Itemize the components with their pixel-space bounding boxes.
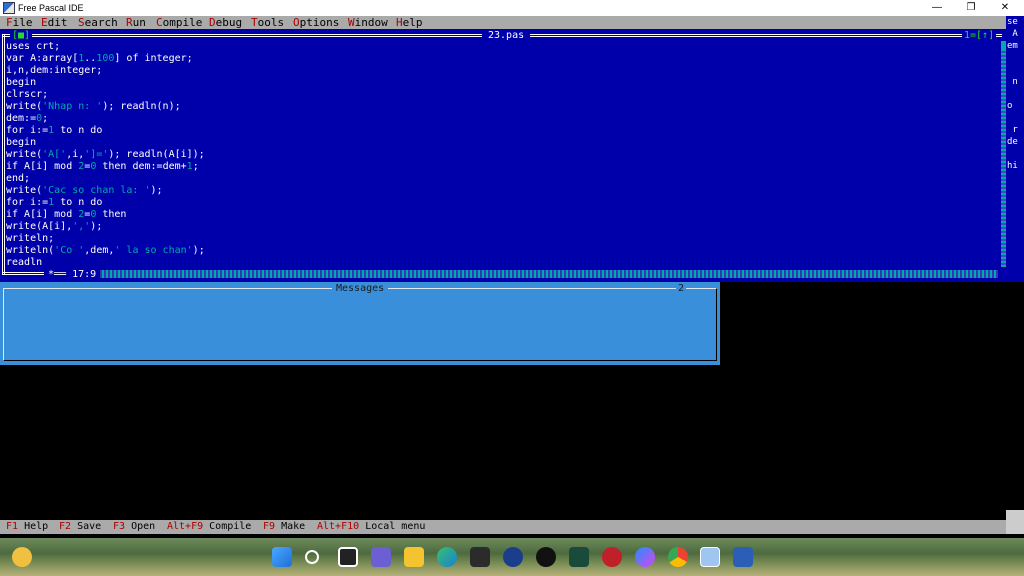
code-line[interactable]: writeln; (6, 233, 1000, 245)
status-compile[interactable]: Alt+F9 Compile (167, 520, 251, 534)
code-line[interactable]: var A:array[1..100] of integer; (6, 53, 1000, 65)
editor-window-number[interactable]: 1=[↑] (962, 30, 997, 41)
side-window-text: se A em n o r de hi (1007, 17, 1018, 171)
app-red-icon[interactable] (602, 547, 622, 567)
code-area[interactable]: uses crt; var A:array[1..100] of integer;… (6, 41, 1000, 269)
code-line[interactable]: write('Cac so chan la: '); (6, 185, 1000, 197)
status-save[interactable]: F2 Save (59, 520, 101, 534)
word-icon[interactable] (733, 547, 753, 567)
menu-options[interactable]: Options (293, 16, 339, 29)
window-title: Free Pascal IDE (18, 3, 84, 13)
file-explorer-icon[interactable] (404, 547, 424, 567)
status-bar: F1 Help F2 Save F3 Open Alt+F9 Compile F… (0, 520, 1006, 534)
editor-window[interactable]: [■] 23.pas 1=[↑] uses crt; var A:array[1.… (0, 29, 1007, 282)
code-line[interactable]: write('A[',i,']='); readln(A[i]); (6, 149, 1000, 161)
editor-frame-left (2, 34, 5, 274)
menu-search[interactable]: Search (78, 16, 118, 29)
status-open[interactable]: F3 Open (113, 520, 155, 534)
code-line[interactable]: uses crt; (6, 41, 1000, 53)
code-line[interactable]: write(A[i],','); (6, 221, 1000, 233)
code-line[interactable]: readln (6, 257, 1000, 269)
messenger-icon[interactable] (635, 547, 655, 567)
code-line[interactable]: i,n,dem:integer; (6, 65, 1000, 77)
free-pascal-icon[interactable] (700, 547, 720, 567)
editor-close-box[interactable]: [■] (10, 30, 33, 41)
code-line[interactable]: write('Nhap n: '); readln(n); (6, 101, 1000, 113)
code-line[interactable]: if A[i] mod 2=0 then dem:=dem+1; (6, 161, 1000, 173)
messages-content[interactable] (4, 294, 716, 360)
status-help[interactable]: F1 Help (6, 520, 48, 534)
windows-taskbar (0, 538, 1024, 576)
code-line[interactable]: clrscr; (6, 89, 1000, 101)
weather-icon[interactable] (12, 547, 32, 567)
menu-bar: File Edit Search Run Compile Debug Tools… (0, 16, 1024, 29)
code-line[interactable]: for i:=1 to n do (6, 125, 1000, 137)
cursor-position: *══ 17:9 (44, 269, 101, 280)
free-pascal-app-icon (3, 2, 15, 14)
messages-window-number: 2 (676, 283, 687, 294)
messages-window[interactable]: Messages 2 (0, 282, 720, 365)
code-line[interactable]: if A[i] mod 2=0 then (6, 209, 1000, 221)
maximize-button[interactable]: ❐ (954, 0, 988, 16)
status-bar-right-edge (1006, 510, 1024, 534)
menu-edit[interactable]: Edit (41, 16, 68, 29)
messages-title: Messages (332, 283, 389, 294)
chrome-icon[interactable] (668, 547, 688, 567)
window-title-bar: Free Pascal IDE — ❐ ✕ (0, 0, 1024, 16)
system-tray[interactable] (900, 546, 1020, 568)
search-icon[interactable] (305, 550, 319, 564)
editor-horizontal-scrollbar[interactable] (86, 270, 998, 278)
store-icon[interactable] (470, 547, 490, 567)
minimize-button[interactable]: — (920, 0, 954, 16)
code-line[interactable]: begin (6, 137, 1000, 149)
status-local-menu[interactable]: Alt+F10 Local menu (317, 520, 425, 534)
close-button[interactable]: ✕ (988, 0, 1022, 16)
menu-run[interactable]: Run (126, 16, 146, 29)
code-line[interactable]: writeln('Co ',dem,' la so chan'); (6, 245, 1000, 257)
start-icon[interactable] (272, 547, 292, 567)
side-window-fragment[interactable]: se A em n o r de hi (1006, 16, 1024, 282)
code-line[interactable]: end; (6, 173, 1000, 185)
teams-icon[interactable] (371, 547, 391, 567)
status-make[interactable]: F9 Make (263, 520, 305, 534)
editor-frame-bottom (2, 272, 44, 275)
code-line[interactable]: for i:=1 to n do (6, 197, 1000, 209)
ccleaner-icon[interactable] (503, 547, 523, 567)
menu-compile[interactable]: Compile (156, 16, 202, 29)
editor-file-title: 23.pas (482, 30, 531, 41)
menu-window[interactable]: Window (348, 16, 388, 29)
tiktok-icon[interactable] (536, 547, 556, 567)
code-line[interactable]: begin (6, 77, 1000, 89)
task-view-icon[interactable] (338, 547, 358, 567)
edge-icon[interactable] (437, 547, 457, 567)
menu-help[interactable]: Help (396, 16, 423, 29)
app-icon[interactable] (569, 547, 589, 567)
menu-file[interactable]: File (6, 16, 33, 29)
menu-debug[interactable]: Debug (209, 16, 242, 29)
code-line[interactable]: dem:=0; (6, 113, 1000, 125)
menu-tools[interactable]: Tools (251, 16, 284, 29)
